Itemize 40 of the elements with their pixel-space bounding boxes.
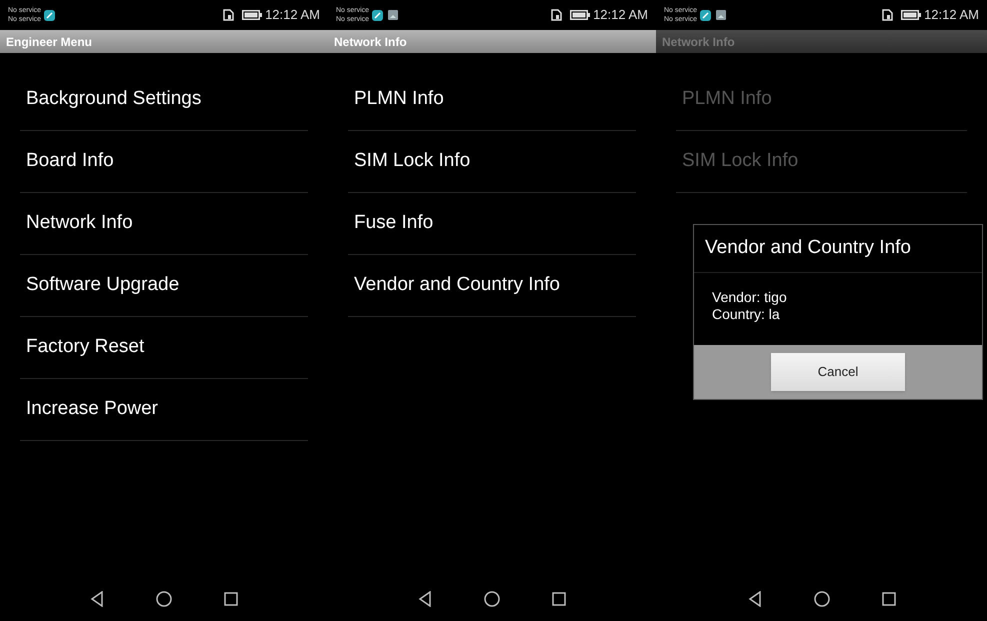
pencil-icon (700, 10, 712, 20)
home-icon[interactable] (484, 591, 500, 607)
battery-icon (570, 10, 590, 20)
menu-item[interactable]: PLMN Info (348, 69, 636, 131)
recent-apps-icon[interactable] (882, 592, 896, 606)
menu-item[interactable]: Software Upgrade (20, 255, 308, 317)
menu-item[interactable]: Vendor and Country Info (348, 255, 636, 317)
cancel-button[interactable]: Cancel (771, 353, 905, 391)
screen-title: Engineer Menu (6, 34, 92, 50)
recent-apps-icon[interactable] (552, 592, 566, 606)
menu-item[interactable]: Board Info (20, 131, 308, 193)
menu-item[interactable]: Fuse Info (348, 193, 636, 255)
pencil-icon (44, 10, 56, 20)
pencil-icon (372, 10, 384, 20)
battery-icon (901, 10, 922, 20)
screen-title: Network Info (334, 34, 407, 50)
menu-item[interactable]: Factory Reset (20, 317, 308, 379)
menu-item[interactable]: Network Info (20, 193, 308, 255)
back-icon[interactable] (748, 591, 762, 607)
sim-icon (551, 9, 562, 21)
menu-item[interactable]: SIM Lock Info (348, 131, 636, 193)
dialog-text: Vendor: tigo (712, 289, 788, 306)
clock-text: 12:12 AM (593, 6, 648, 24)
menu-item[interactable]: Increase Power (20, 379, 308, 441)
home-icon[interactable] (156, 591, 172, 607)
home-icon[interactable] (814, 591, 830, 607)
screen-title: Network Info (662, 34, 735, 50)
back-icon[interactable] (90, 591, 104, 607)
clock-text: 12:12 AM (924, 6, 979, 24)
dialog-title: Vendor and Country Info (705, 236, 911, 260)
image-icon (716, 10, 726, 20)
menu-item[interactable]: Background Settings (20, 69, 308, 131)
back-icon[interactable] (418, 591, 432, 607)
sim-icon (882, 9, 894, 21)
recent-apps-icon[interactable] (224, 592, 238, 606)
image-icon (388, 10, 398, 20)
battery-icon (242, 10, 262, 20)
sim-icon (223, 9, 234, 21)
clock-text: 12:12 AM (265, 6, 320, 24)
dialog-text: Country: la (712, 306, 781, 323)
